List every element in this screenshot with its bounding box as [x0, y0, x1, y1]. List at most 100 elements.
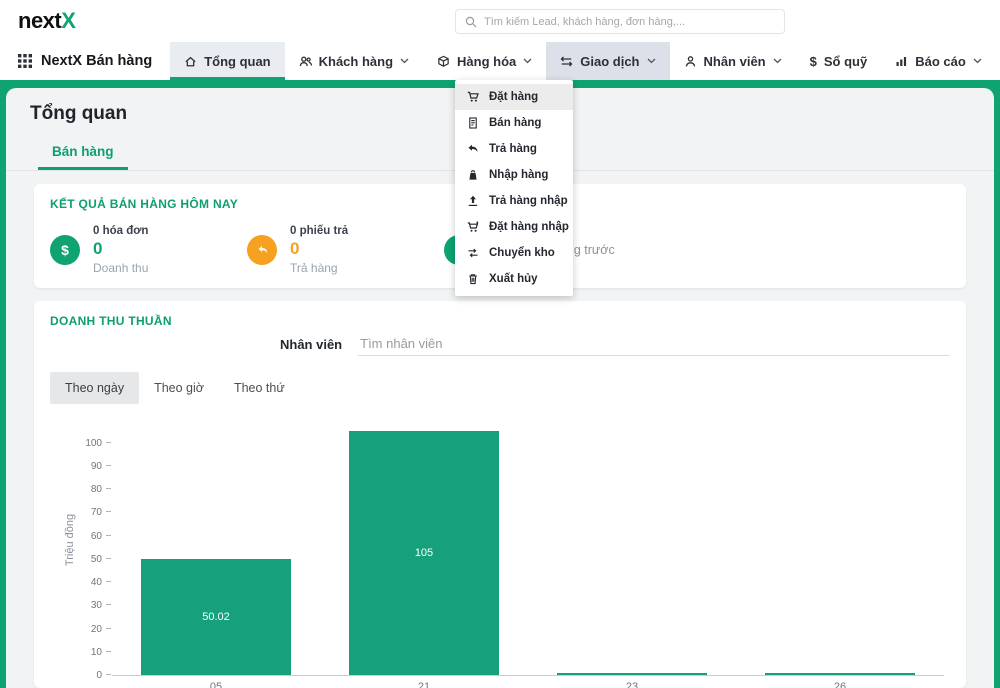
y-tick-label: 60	[66, 531, 102, 542]
menu-item-label: Bán hàng	[489, 117, 541, 129]
y-tick-label: 30	[66, 600, 102, 611]
dollar-circle-icon: $	[50, 235, 80, 265]
nav-item-tong-quan[interactable]: Tổng quan	[170, 42, 284, 80]
chart-bar-slot: 105	[320, 424, 528, 675]
logo-text-black: next	[18, 8, 61, 33]
menu-item-ban-hang[interactable]: Bán hàng	[455, 110, 573, 136]
chart-tabs: Theo ngày Theo giờ Theo thứ	[50, 372, 950, 404]
x-tick-label: 05	[112, 681, 320, 688]
chart-bar[interactable]: 50.02	[141, 559, 291, 675]
staff-search-input[interactable]	[358, 332, 950, 356]
net-revenue-card: DOANH THU THUẦN Nhân viên Theo ngày Theo…	[34, 301, 966, 688]
x-tick-label: 21	[320, 681, 528, 688]
menu-item-nhap-hang[interactable]: Nhập hàng	[455, 162, 573, 188]
y-tick-mark	[106, 674, 111, 675]
nav-item-label: Hàng hóa	[457, 54, 516, 69]
y-tick-label: 90	[66, 461, 102, 472]
menu-item-dat-hang-nhap[interactable]: Đặt hàng nhập	[455, 214, 573, 240]
nav-item-so-quy[interactable]: $ Sổ quỹ	[796, 42, 882, 80]
bar-value-label: 50.02	[202, 611, 230, 623]
y-tick-mark	[106, 628, 111, 629]
menu-item-label: Trả hàng	[489, 143, 537, 155]
menu-item-xuat-huy[interactable]: Xuất hủy	[455, 266, 573, 292]
y-tick-mark	[106, 651, 111, 652]
menu-item-tra-hang[interactable]: Trả hàng	[455, 136, 573, 162]
tab-theo-thu[interactable]: Theo thứ	[219, 372, 300, 404]
chart-x-labels: 05212326	[112, 675, 944, 688]
stat-value: 0	[93, 239, 148, 259]
cart-import-icon	[467, 221, 479, 233]
tab-ban-hang[interactable]: Bán hàng	[38, 135, 128, 170]
chart-bar[interactable]: 105	[349, 431, 499, 675]
stat-top-text: 0 hóa đơn	[93, 225, 148, 237]
return-circle-icon	[247, 235, 277, 265]
stat-top-text: 0 phiếu trả	[290, 225, 348, 237]
apps-grid-icon	[18, 54, 32, 68]
stat-texts: 0 hóa đơn 0 Doanh thu	[93, 225, 148, 275]
nav-item-khach-hang[interactable]: Khách hàng	[285, 42, 423, 80]
global-search[interactable]	[455, 9, 785, 34]
nav-item-nhan-vien[interactable]: Nhân viên	[670, 42, 796, 80]
nav-item-hang-hoa[interactable]: Hàng hóa	[423, 42, 546, 80]
chevron-down-icon	[647, 58, 656, 64]
bar-value-label: 105	[415, 547, 433, 559]
brand[interactable]: NextX Bán hàng	[18, 42, 152, 80]
stat-tra-hang: 0 phiếu trả 0 Trả hàng	[247, 225, 444, 275]
menu-item-dat-hang[interactable]: Đặt hàng	[455, 84, 573, 110]
staff-filter-row: Nhân viên	[280, 332, 950, 356]
y-tick-mark	[106, 581, 111, 582]
upload-icon	[467, 195, 479, 207]
search-icon	[465, 16, 477, 28]
home-icon	[184, 55, 197, 68]
y-tick-mark	[106, 442, 111, 443]
menu-item-chuyen-kho[interactable]: Chuyển kho	[455, 240, 573, 266]
y-tick-label: 0	[66, 670, 102, 681]
box-icon	[437, 55, 450, 68]
top-bar: nextX	[0, 0, 1000, 42]
chevron-down-icon	[523, 58, 532, 64]
app-logo: nextX	[18, 8, 75, 34]
revenue-chart: Triệu đồng 50.02105 05212326 01020304050…	[50, 416, 950, 675]
nav-item-label: Báo cáo	[915, 54, 966, 69]
chevron-down-icon	[400, 58, 409, 64]
receipt-icon	[467, 117, 479, 129]
stat-value: 0	[290, 239, 348, 259]
revenue-card-title: DOANH THU THUẦN	[50, 314, 950, 328]
y-tick-mark	[106, 604, 111, 605]
chart-icon	[895, 55, 908, 68]
nav-item-giao-dich[interactable]: Giao dịch	[546, 42, 669, 80]
tab-theo-ngay[interactable]: Theo ngày	[50, 372, 139, 404]
y-tick-mark	[106, 558, 111, 559]
stat-doanh-thu: $ 0 hóa đơn 0 Doanh thu	[50, 225, 247, 275]
chart-bars: 50.02 105	[112, 424, 944, 675]
nav-item-label: Khách hàng	[319, 54, 393, 69]
search-input[interactable]	[484, 16, 775, 28]
y-tick-mark	[106, 511, 111, 512]
users-icon	[299, 55, 312, 68]
chart-plot-area: 50.02105 05212326 0102030405060708090100	[112, 424, 944, 676]
y-tick-label: 80	[66, 484, 102, 495]
dollar-icon: $	[810, 55, 817, 68]
stat-label: Doanh thu	[93, 261, 148, 275]
staff-label: Nhân viên	[280, 337, 342, 352]
chart-bar-slot	[736, 424, 944, 675]
giao-dich-dropdown: Đặt hàng Bán hàng Trả hàng Nhập hàng Trả…	[455, 80, 573, 296]
menu-item-label: Nhập hàng	[489, 169, 548, 181]
y-tick-label: 40	[66, 577, 102, 588]
menu-item-label: Đặt hàng nhập	[489, 221, 569, 233]
nav-item-bao-cao[interactable]: Báo cáo	[881, 42, 996, 80]
trash-icon	[467, 273, 479, 285]
menu-item-tra-hang-nhap[interactable]: Trả hàng nhập	[455, 188, 573, 214]
x-tick-label: 26	[736, 681, 944, 688]
chart-bar-slot: 50.02	[112, 424, 320, 675]
y-tick-label: 100	[66, 438, 102, 449]
y-tick-label: 70	[66, 507, 102, 518]
nav-item-label: Tổng quan	[204, 54, 270, 69]
y-tick-mark	[106, 488, 111, 489]
transfer-icon	[467, 247, 479, 259]
menu-item-label: Trả hàng nhập	[489, 195, 568, 207]
weight-icon	[467, 169, 479, 181]
tab-theo-gio[interactable]: Theo giờ	[139, 372, 219, 404]
menu-item-label: Chuyển kho	[489, 247, 555, 259]
nav-item-label: Giao dịch	[580, 54, 639, 69]
